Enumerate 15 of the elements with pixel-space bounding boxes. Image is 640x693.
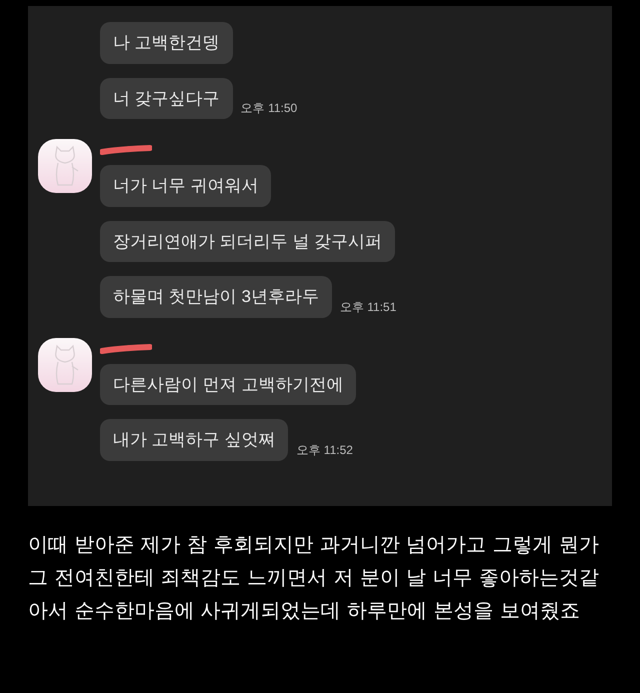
redaction-scribble xyxy=(100,344,152,354)
caption-text: 이때 받아준 제가 참 후회되지만 과거니깐 넘어가고 그렇게 뭔가 그 전여친한테 죄책감도 느끼면서 저 분이 날 너무 좋아하는것같아서 순수한마음에 사귀게되었는데 하루만에 본성을 보여줬죠 xyxy=(28,531,600,624)
message-time: 오후 11:51 xyxy=(340,298,396,316)
message-bubble: 장거리연애가 되더리두 널 갖구시퍼 xyxy=(100,220,396,262)
message-bubble: 내가 고백하구 싶엇쪄 xyxy=(100,419,288,460)
avatar-icon xyxy=(38,338,92,392)
avatar-icon xyxy=(38,139,92,193)
message-bubble: 너가 너무 귀여워서 xyxy=(100,165,272,206)
message-time: 오후 11:50 xyxy=(240,100,298,117)
message-bubble: 하물며 첫만남이 3년후라두 xyxy=(100,276,332,318)
message-time: 오후 11:52 xyxy=(296,442,353,458)
message-bubble: 다른사람이 먼져 고백하기전에 xyxy=(100,364,356,405)
redaction-scribble xyxy=(100,145,152,155)
message-bubble: 너 갖구싶다구 xyxy=(100,78,233,119)
message-bubble: 나 고백한건뎅 xyxy=(100,22,233,64)
